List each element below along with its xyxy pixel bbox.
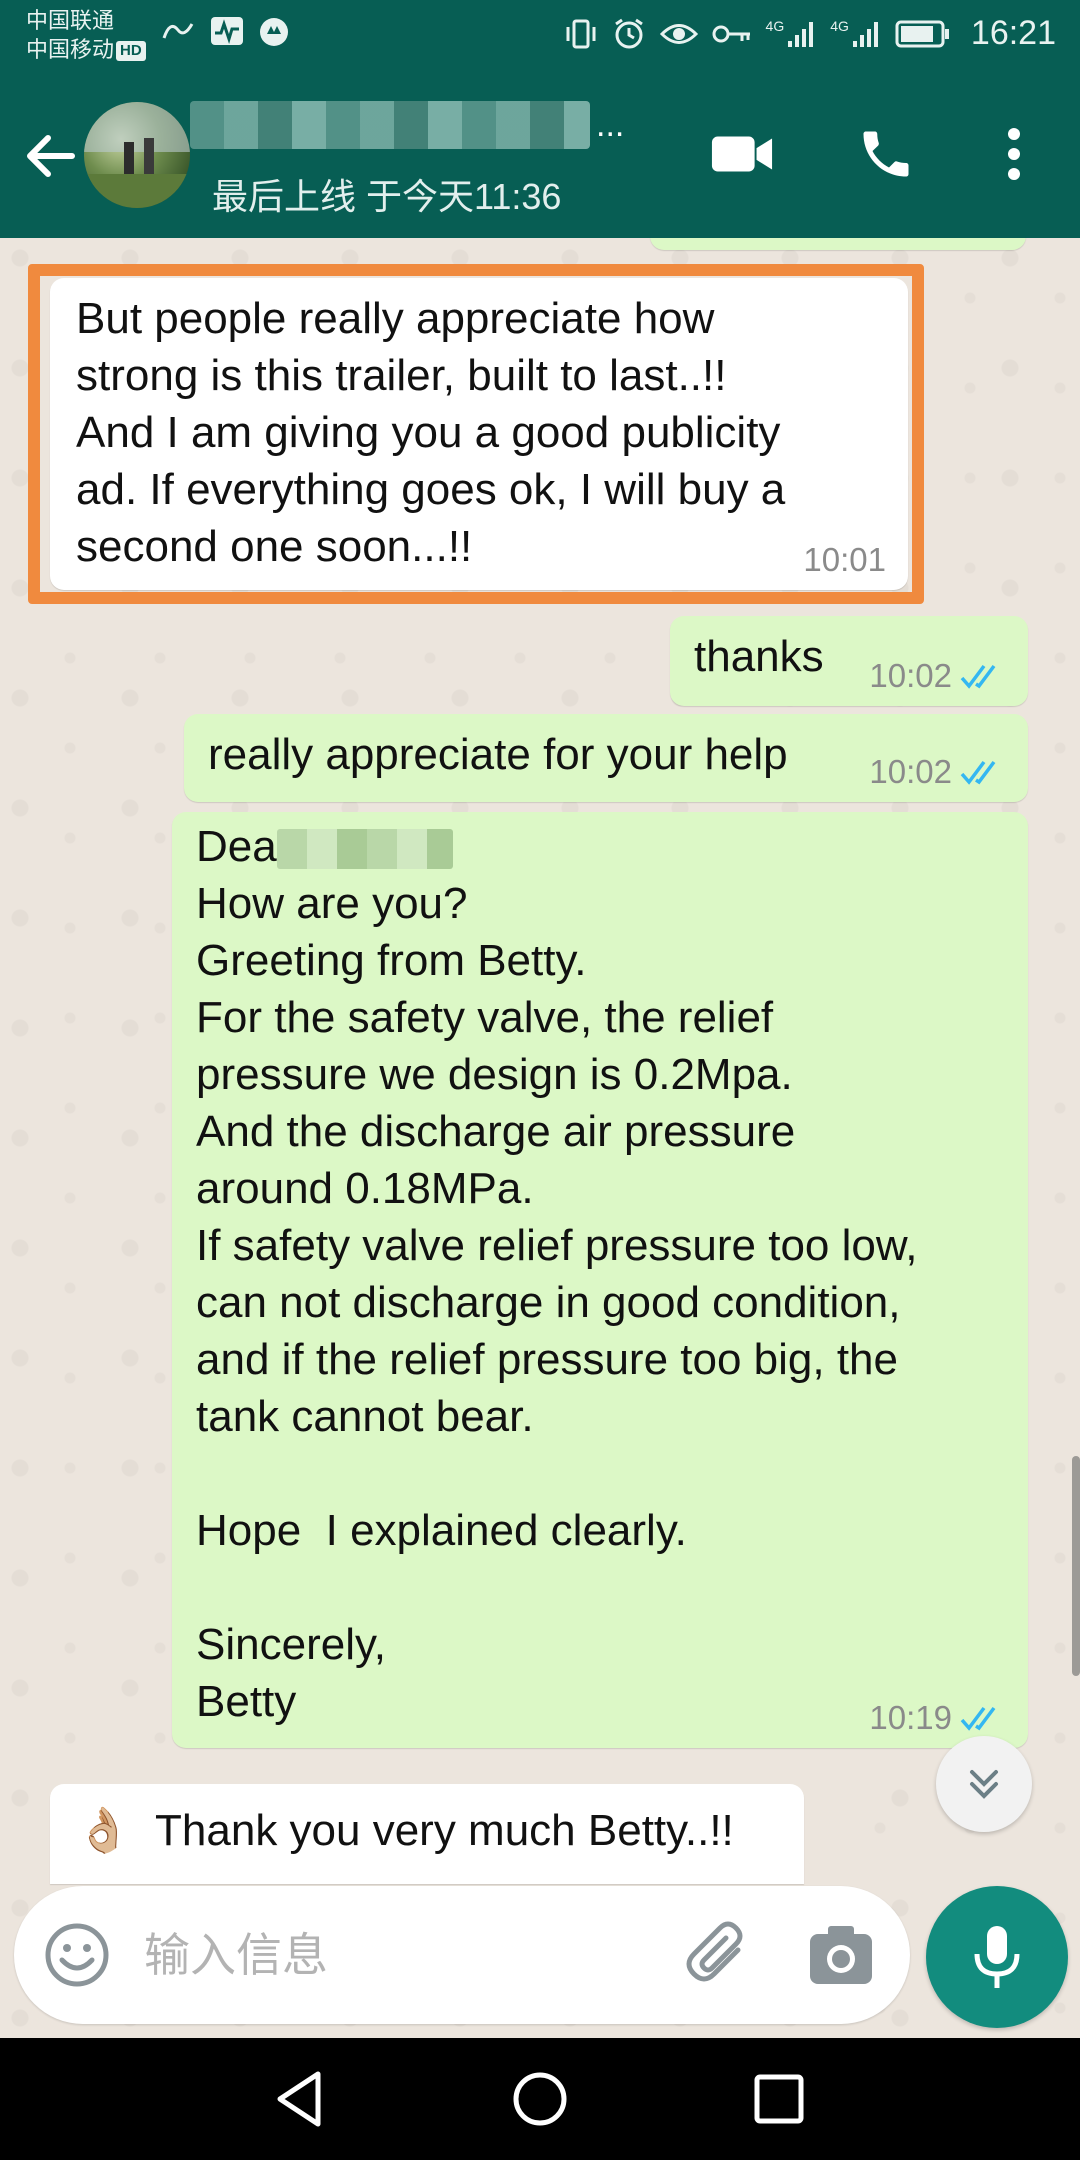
message-bubble-outgoing[interactable]: thanks 10:02 xyxy=(670,616,1028,706)
message-text: Thank you very much Betty..!! xyxy=(155,1806,734,1855)
signal-1: 4G xyxy=(766,19,817,49)
system-nav-bar xyxy=(0,2038,1080,2160)
emoji-icon[interactable] xyxy=(44,1922,110,1988)
message-time: 10:02 xyxy=(869,753,952,790)
contact-avatar[interactable] xyxy=(84,102,190,208)
contact-name-redacted xyxy=(190,101,590,149)
recipient-name-redacted xyxy=(276,829,453,870)
read-ticks-icon xyxy=(960,760,996,785)
network-label-2: 4G xyxy=(830,17,849,34)
phone-icon xyxy=(863,131,909,177)
message-bubble-outgoing[interactable]: Dea How are you? Greeting from Betty. Fo… xyxy=(172,812,1028,1748)
app-icon xyxy=(260,18,288,46)
battery-icon xyxy=(895,20,949,47)
status-bar: 中国联通 中国移动 HD 4G 4G 16:21 xyxy=(0,0,1080,72)
voice-call-button[interactable] xyxy=(854,122,918,186)
chat-area[interactable]: But people really appreciate how strong … xyxy=(0,238,1080,2038)
message-text: But people really appreciate how strong … xyxy=(76,294,786,571)
signal-bars-icon xyxy=(852,21,878,47)
notification-icons xyxy=(160,16,290,48)
nav-recents-icon[interactable] xyxy=(744,2064,814,2134)
last-seen-status: 最后上线 于今天11:36 xyxy=(212,176,562,217)
signal-2: 4G xyxy=(830,19,881,49)
back-arrow-icon[interactable] xyxy=(22,128,78,184)
network-label-1: 4G xyxy=(765,17,785,34)
more-options-button[interactable] xyxy=(982,122,1046,186)
hd-badge: HD xyxy=(116,41,146,62)
link-icon xyxy=(162,23,194,39)
more-options-icon xyxy=(1008,128,1020,180)
mic-icon xyxy=(974,1926,1020,1988)
video-call-icon xyxy=(711,136,773,172)
message-meta: 10:02 xyxy=(869,656,1006,696)
chat-header: ... 最后上线 于今天11:36 xyxy=(0,72,1080,238)
read-ticks-icon xyxy=(960,1706,996,1731)
signal-bars-icon xyxy=(788,21,814,47)
contact-name-ellipsis: ... xyxy=(596,105,625,144)
contact-name[interactable]: ... xyxy=(190,94,630,156)
carrier-info: 中国联通 中国移动 HD xyxy=(26,6,146,64)
nav-home-icon[interactable] xyxy=(505,2064,575,2134)
vibrate-icon xyxy=(566,19,596,48)
message-text: How are you? Greeting from Betty. For th… xyxy=(196,879,918,1726)
scroll-down-icon xyxy=(970,1770,998,1799)
attach-icon[interactable] xyxy=(680,1916,756,1992)
alarm-icon xyxy=(614,18,643,48)
carrier-2: 中国移动 xyxy=(26,37,115,62)
message-time: 10:01 xyxy=(803,541,886,578)
read-ticks-icon xyxy=(960,664,996,689)
message-meta: 10:01 xyxy=(803,540,886,580)
message-greeting-line: Dea xyxy=(196,818,1004,875)
message-time: 10:19 xyxy=(869,1699,952,1736)
message-composer xyxy=(14,1886,910,2024)
message-bubble-incoming[interactable]: But people really appreciate how strong … xyxy=(50,278,908,590)
message-meta: 10:02 xyxy=(869,752,1006,792)
message-meta: 10:19 xyxy=(869,1698,1006,1738)
camera-icon[interactable] xyxy=(806,1922,876,1988)
scrollbar[interactable] xyxy=(1072,1456,1080,1676)
greeting-prefix: Dea xyxy=(196,822,277,871)
ok-hand-emoji: 👌🏼 xyxy=(76,1805,131,1856)
previous-message-tail xyxy=(650,238,1026,250)
activity-icon xyxy=(211,17,243,45)
message-bubble-outgoing[interactable]: really appreciate for your help 10:02 xyxy=(184,714,1028,802)
video-call-button[interactable] xyxy=(710,122,774,186)
avatar-photo xyxy=(84,102,190,208)
scroll-to-bottom-button[interactable] xyxy=(936,1736,1032,1832)
nav-back-icon[interactable] xyxy=(266,2064,336,2134)
message-input[interactable] xyxy=(144,1916,664,1994)
message-time: 10:02 xyxy=(869,657,952,694)
eye-icon xyxy=(659,23,698,44)
voice-message-button[interactable] xyxy=(926,1886,1068,2028)
status-time: 16:21 xyxy=(970,14,1056,52)
status-indicators: 4G 4G 16:21 xyxy=(564,14,1056,53)
message-bubble-incoming[interactable]: 👌🏼 Thank you very much Betty..!! xyxy=(50,1784,804,1884)
carrier-1: 中国联通 xyxy=(26,8,115,33)
key-icon xyxy=(712,25,750,42)
